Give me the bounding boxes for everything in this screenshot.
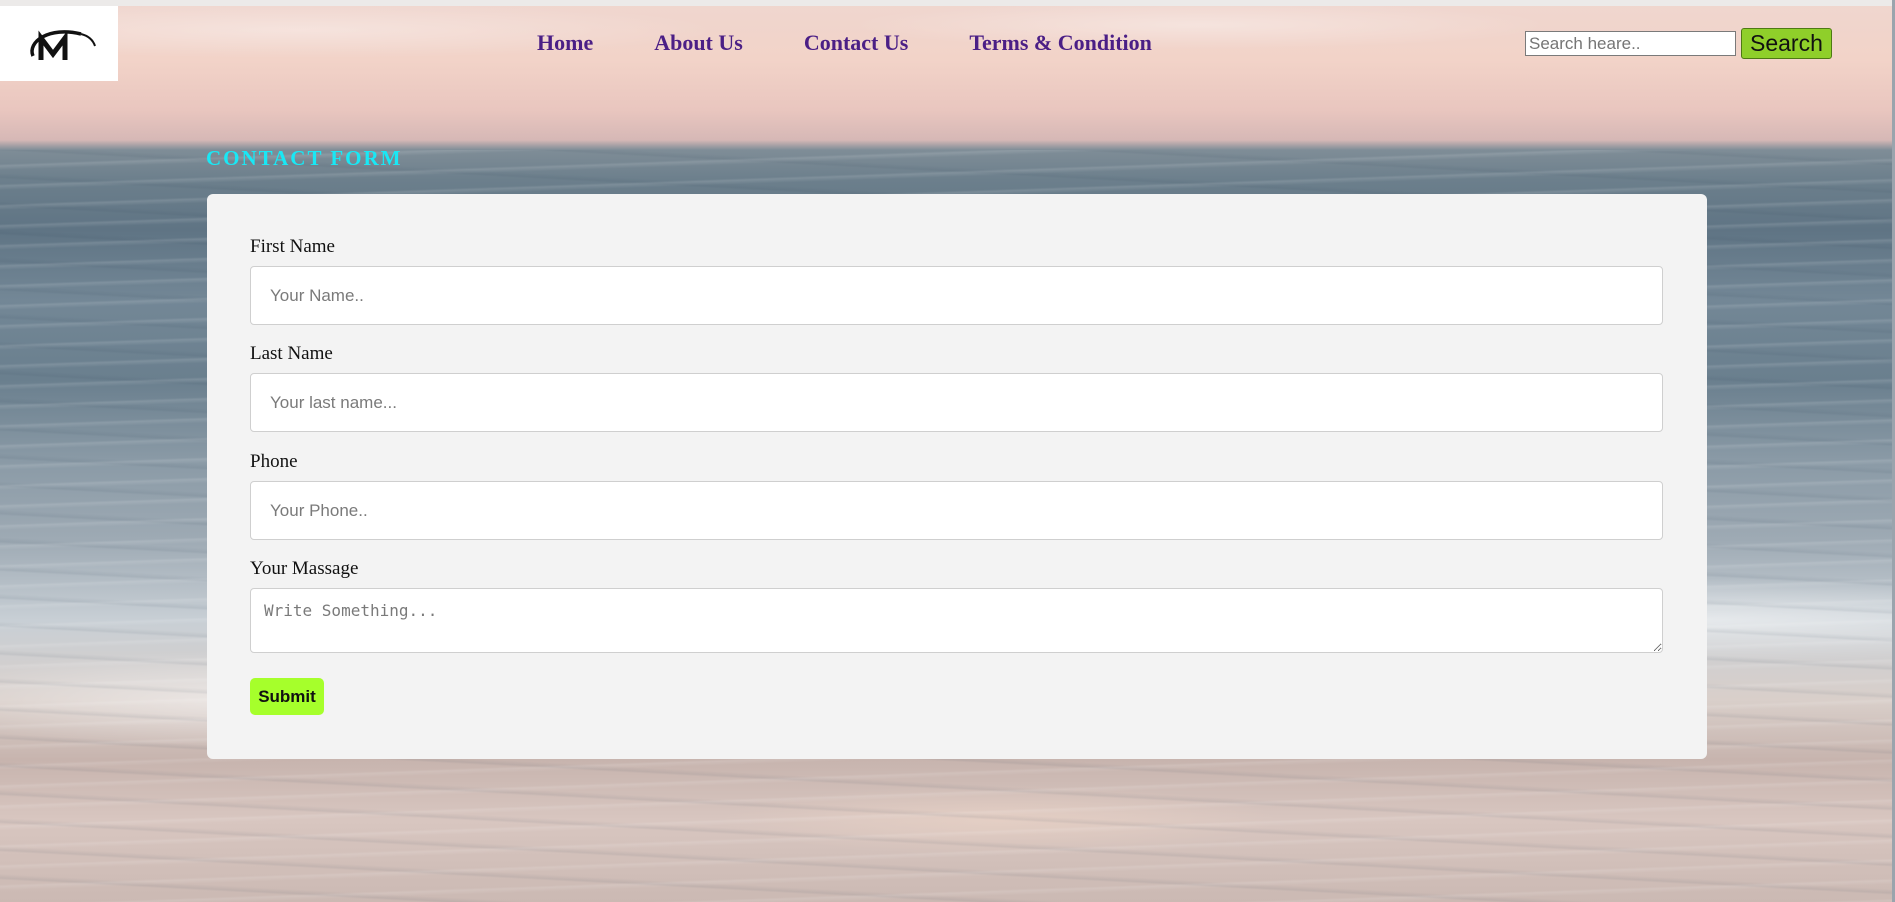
search-button[interactable]: Search (1741, 28, 1832, 59)
phone-label: Phone (250, 451, 298, 472)
logo[interactable] (0, 6, 118, 81)
nav-contact-us-link[interactable]: Contact Us (804, 28, 909, 58)
submit-button[interactable]: Submit (250, 678, 324, 715)
message-textarea[interactable] (250, 588, 1663, 653)
contact-form-card: First Name Last Name Phone Your Massage … (207, 194, 1707, 759)
nav-about-us-link[interactable]: About Us (654, 28, 743, 58)
nav-terms-condition-link[interactable]: Terms & Condition (969, 28, 1152, 58)
nav-home-link[interactable]: Home (537, 28, 593, 58)
top-edge (0, 0, 1895, 6)
search-input[interactable] (1525, 31, 1736, 56)
phone-field[interactable] (250, 481, 1663, 540)
first-name-label: First Name (250, 236, 335, 257)
main-nav: Home About Us Contact Us Terms & Conditi… (537, 28, 1152, 58)
logo-icon (30, 29, 96, 60)
message-label: Your Massage (250, 558, 359, 579)
first-name-field[interactable] (250, 266, 1663, 325)
contact-form-title: CONTACT FORM (206, 146, 403, 170)
last-name-field[interactable] (250, 373, 1663, 432)
last-name-label: Last Name (250, 343, 333, 364)
search-bar: Search (1525, 28, 1832, 59)
